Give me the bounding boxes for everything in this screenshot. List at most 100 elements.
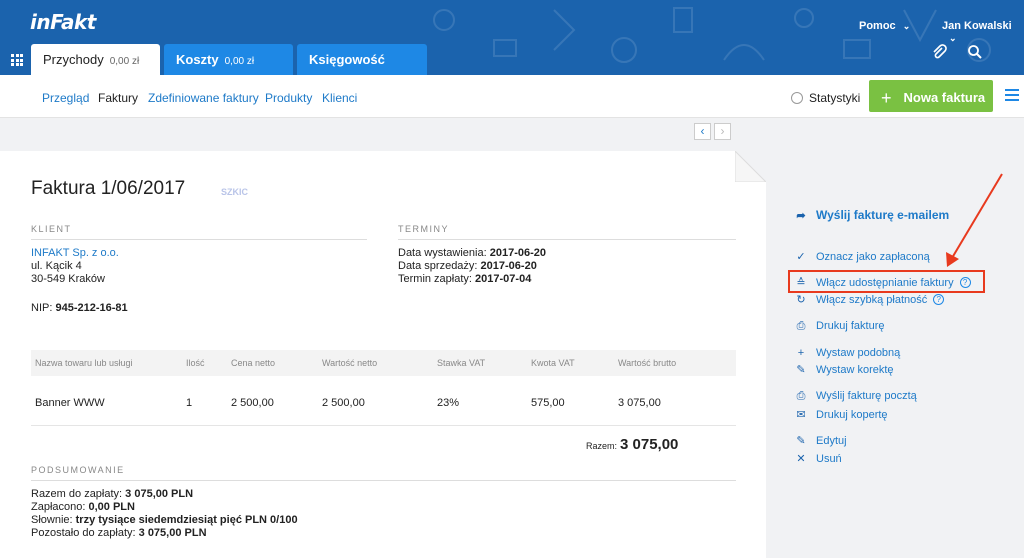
issue-date-value: 2017-06-20 <box>489 247 546 259</box>
edit-action[interactable]: ✎ Edytuj <box>795 434 847 447</box>
send-post-label: Wyślij fakturę pocztą <box>816 390 917 402</box>
help-label: Pomoc <box>859 20 896 32</box>
help-menu[interactable]: Pomoc ⌄ <box>859 20 910 32</box>
print-envelope-action[interactable]: ✉ Drukuj kopertę <box>795 408 888 421</box>
page-fold-corner <box>735 151 766 182</box>
issue-correction-action[interactable]: ✎ Wystaw korektę <box>795 363 894 376</box>
statistics-link[interactable]: Statystyki <box>791 91 860 105</box>
next-arrow-button[interactable]: › <box>714 123 731 140</box>
table-cell: 1 <box>186 397 193 409</box>
new-invoice-label: Nowa faktura <box>903 90 986 105</box>
summary-section-header: PODSUMOWANIE <box>31 465 736 481</box>
delete-label: Usuń <box>816 453 842 465</box>
tab-koszty[interactable]: Koszty 0,00 zł <box>164 44 293 75</box>
issue-date: Data wystawienia: 2017-06-20 <box>398 247 546 260</box>
mark-paid-action[interactable]: ✓ Oznacz jako zapłaconą <box>795 250 930 263</box>
print-envelope-label: Drukuj kopertę <box>816 409 888 421</box>
edit-label: Edytuj <box>816 435 847 447</box>
printer-icon: ⎙ <box>796 320 806 332</box>
due-date: Termin zapłaty: 2017-07-04 <box>398 273 531 286</box>
printer-icon: ⎙ <box>796 390 806 402</box>
column-header: Ilość <box>186 358 205 368</box>
summary-paid-label: Zapłacono: <box>31 501 86 513</box>
annotation-arrow <box>946 173 1003 267</box>
plus-icon: + <box>797 347 805 359</box>
tab-label: Przychody <box>43 52 104 67</box>
send-email-action[interactable]: ➦ Wyślij fakturę e-mailem <box>795 208 949 222</box>
summary-words-label: Słownie: <box>31 514 73 526</box>
column-header: Cena netto <box>231 358 276 368</box>
total-value: 3 075,00 <box>620 436 679 453</box>
nav-produkty[interactable]: Produkty <box>265 91 312 105</box>
plus-icon: + <box>881 88 892 108</box>
nav-klienci[interactable]: Klienci <box>322 91 357 105</box>
table-cell: 23% <box>437 397 460 409</box>
nav-faktury[interactable]: Faktury <box>98 91 138 105</box>
nip-label: NIP: <box>31 302 53 314</box>
new-invoice-button[interactable]: + Nowa faktura <box>869 80 993 112</box>
help-icon[interactable]: ? <box>933 294 945 305</box>
table-divider <box>31 425 736 426</box>
column-header: Wartość brutto <box>618 358 677 368</box>
pie-chart-icon <box>791 92 803 104</box>
infakt-logo[interactable]: inFakt <box>30 10 96 34</box>
client-city: 30-549 Kraków <box>31 273 105 285</box>
hamburger-menu-icon[interactable] <box>1005 89 1019 104</box>
summary-remaining-label: Pozostało do zapłaty: <box>31 527 136 539</box>
summary-remaining: Pozostało do zapłaty: 3 075,00 PLN <box>31 527 207 540</box>
refresh-icon: ↻ <box>796 294 806 306</box>
close-icon: ✕ <box>796 453 806 465</box>
highlight-box <box>788 270 985 293</box>
nip-value: 945-212-16-81 <box>55 302 128 314</box>
user-menu[interactable]: Jan Kowalski⌄ <box>942 20 1024 44</box>
column-header: Wartość netto <box>322 358 378 368</box>
column-header: Stawka VAT <box>437 358 486 368</box>
items-table-header: Nazwa towaru lub usługi Ilość Cena netto… <box>31 350 736 376</box>
column-header: Kwota VAT <box>531 358 575 368</box>
nav-przeglad[interactable]: Przegląd <box>42 91 89 105</box>
summary-remaining-value: 3 075,00 PLN <box>138 527 207 539</box>
tab-ksiegowosc[interactable]: Księgowość <box>297 44 427 75</box>
status-badge: SZKIC <box>221 187 248 197</box>
tab-label: Księgowość <box>309 52 385 67</box>
print-invoice-action[interactable]: ⎙ Drukuj fakturę <box>795 320 885 333</box>
nav-zdefiniowane-faktury[interactable]: Zdefiniowane faktury <box>148 91 259 105</box>
table-cell: 3 075,00 <box>618 397 661 409</box>
client-name-link[interactable]: INFAKT Sp. z o.o. <box>31 247 119 260</box>
mark-paid-label: Oznacz jako zapłaconą <box>816 251 930 263</box>
total-label: Razem: <box>586 441 618 451</box>
client-street: ul. Kącik 4 <box>31 260 82 272</box>
sale-date-label: Data sprzedaży: <box>398 260 478 272</box>
envelope-icon: ✉ <box>796 409 806 421</box>
print-invoice-label: Drukuj fakturę <box>816 320 885 332</box>
sale-date: Data sprzedaży: 2017-06-20 <box>398 260 537 273</box>
search-icon[interactable] <box>967 44 983 60</box>
issue-correction-label: Wystaw korektę <box>816 364 894 376</box>
statistics-label: Statystyki <box>809 91 861 105</box>
column-header: Nazwa towaru lub usługi <box>35 358 133 368</box>
chevron-down-icon: ⌄ <box>949 33 957 43</box>
summary-paid-value: 0,00 PLN <box>88 501 135 513</box>
terms-section-header: TERMINY <box>398 224 736 240</box>
client-section-header: KLIENT <box>31 224 367 240</box>
share-arrow-icon: ➦ <box>796 210 806 222</box>
send-post-action[interactable]: ⎙ Wyślij fakturę pocztą <box>795 390 917 403</box>
apps-grid-icon[interactable] <box>11 54 23 66</box>
summary-due-value: 3 075,00 PLN <box>125 488 194 500</box>
tab-amount: 0,00 zł <box>224 56 255 67</box>
header-pattern <box>433 7 991 63</box>
enable-quick-pay-action[interactable]: ↻ Włącz szybką płatność? <box>795 293 945 306</box>
due-date-value: 2017-07-04 <box>475 273 532 285</box>
paperclip-icon[interactable] <box>931 44 947 60</box>
tab-label: Koszty <box>176 52 219 67</box>
summary-due: Razem do zapłaty: 3 075,00 PLN <box>31 488 193 501</box>
tab-amount: 0,00 zł <box>109 56 140 67</box>
table-cell: 2 500,00 <box>322 397 365 409</box>
tab-przychody[interactable]: Przychody 0,00 zł <box>31 44 160 75</box>
delete-action[interactable]: ✕ Usuń <box>795 452 842 465</box>
issue-similar-action[interactable]: + Wystaw podobną <box>795 347 901 359</box>
table-cell: 2 500,00 <box>231 397 274 409</box>
issue-similar-label: Wystaw podobną <box>816 347 901 359</box>
checkmark-icon: ✓ <box>796 251 806 263</box>
previous-arrow-button[interactable]: ‹ <box>694 123 711 140</box>
